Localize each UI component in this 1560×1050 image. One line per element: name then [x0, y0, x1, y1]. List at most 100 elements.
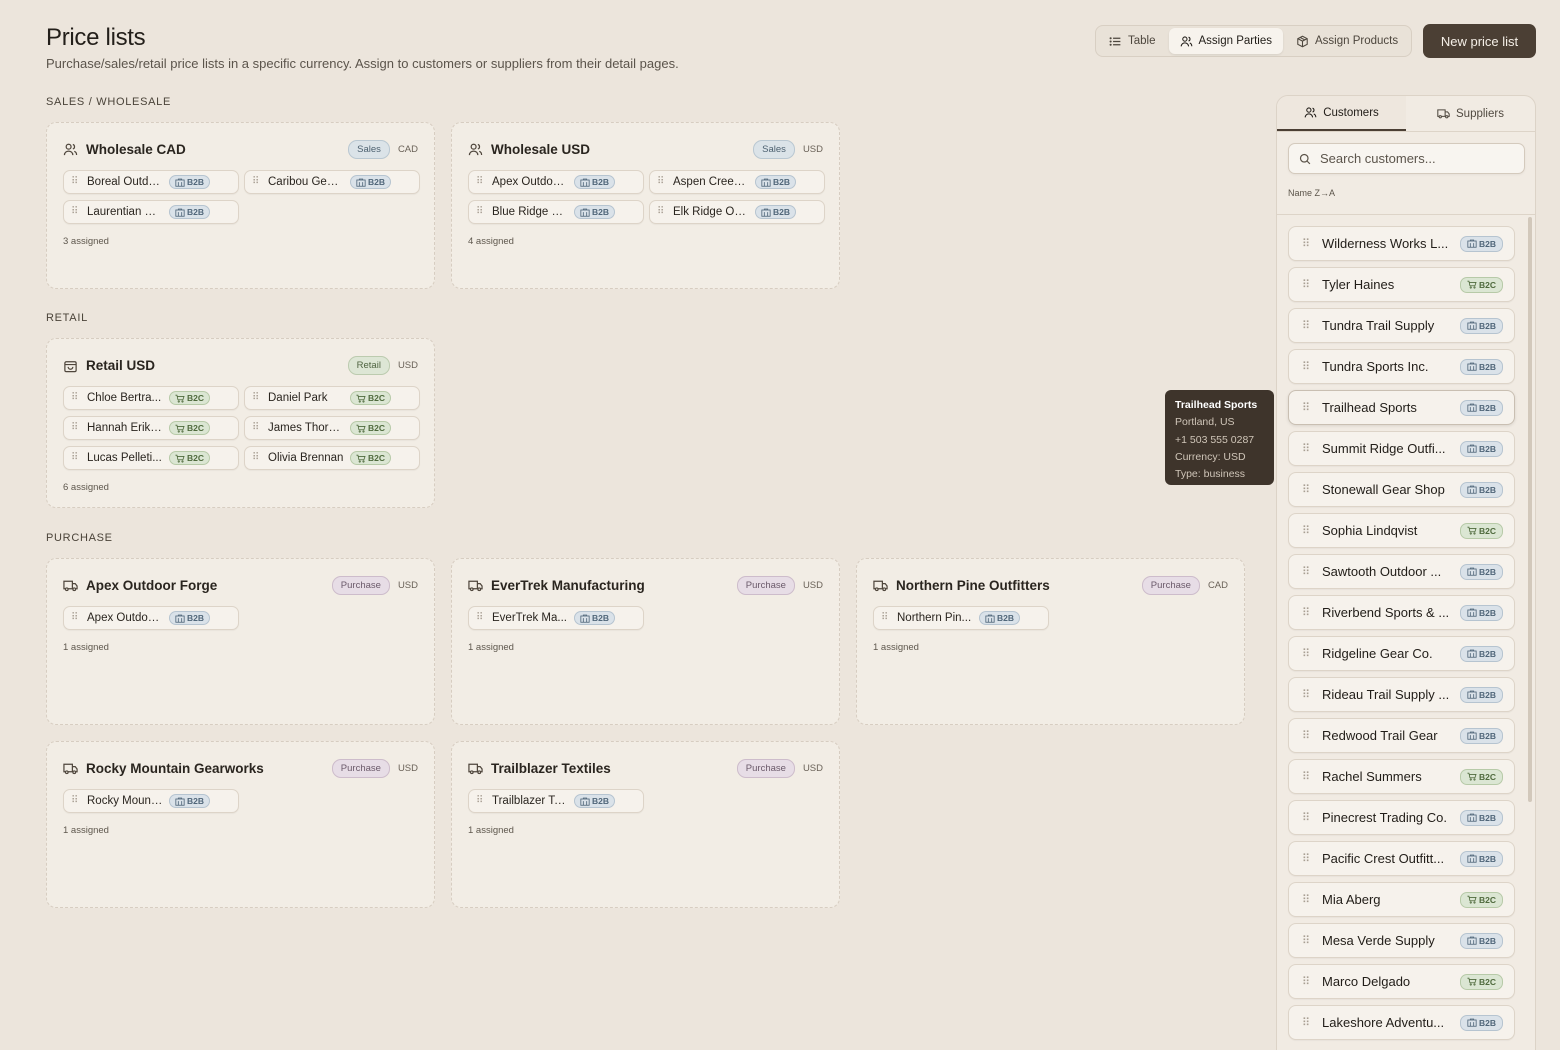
party-chip[interactable]: ⠿ Apex Outdoo... B2B — [468, 170, 644, 194]
customer-list-item[interactable]: ⠿ Marco Delgado B2C — [1288, 964, 1515, 999]
sort-toggle[interactable]: Name Z→A — [1288, 188, 1335, 198]
customer-list-item[interactable]: ⠿ Ridgeline Gear Co. B2B — [1288, 636, 1515, 671]
party-type-label: B2B — [1478, 648, 1496, 659]
party-chip[interactable]: ⠿ Caribou Gear... B2B — [244, 170, 420, 194]
customer-list-item[interactable]: ⠿ Riverbend Sports & ... B2B — [1288, 595, 1515, 630]
panel-divider — [1277, 214, 1535, 215]
drag-handle-icon[interactable]: ⠿ — [1302, 811, 1311, 824]
drag-handle-icon[interactable]: ⠿ — [1302, 1016, 1311, 1029]
drag-handle-icon[interactable]: ⠿ — [71, 613, 79, 623]
drag-handle-icon[interactable]: ⠿ — [1302, 893, 1311, 906]
drag-handle-icon[interactable]: ⠿ — [1302, 688, 1311, 701]
party-type-tag: B2B — [1459, 481, 1503, 498]
drag-handle-icon[interactable]: ⠿ — [1302, 852, 1311, 865]
drag-handle-icon[interactable]: ⠿ — [1302, 606, 1311, 619]
customer-list-item[interactable]: ⠿ Stonewall Gear Shop B2B — [1288, 472, 1515, 507]
party-chip[interactable]: ⠿ Blue Ridge M... B2B — [468, 200, 644, 224]
party-chip[interactable]: ⠿ Northern Pin... B2B — [873, 606, 1049, 630]
drag-handle-icon[interactable]: ⠿ — [1302, 237, 1311, 250]
drag-handle-icon[interactable]: ⠿ — [1302, 442, 1311, 455]
assigned-parties: ⠿ Chloe Bertra... B2C ⠿ Daniel Park B2C ⠿ Hanna… — [63, 386, 420, 470]
tab-suppliers[interactable]: Suppliers — [1406, 96, 1535, 131]
drag-handle-icon[interactable]: ⠿ — [476, 177, 484, 187]
price-list-card[interactable]: Northern Pine Outfitters Purchase CAD ⠿ Nort… — [856, 558, 1245, 725]
party-chip[interactable]: ⠿ Daniel Park B2C — [244, 386, 420, 410]
customer-list-item[interactable]: ⠿ Lakeshore Adventu... B2B — [1288, 1005, 1515, 1040]
customer-list-item[interactable]: ⠿ Redwood Trail Gear B2B — [1288, 718, 1515, 753]
party-type-label: B2C — [1478, 771, 1496, 782]
drag-handle-icon[interactable]: ⠿ — [252, 423, 260, 433]
drag-handle-icon[interactable]: ⠿ — [657, 177, 665, 187]
party-type-label: B2B — [1478, 853, 1496, 864]
drag-handle-icon[interactable]: ⠿ — [252, 393, 260, 403]
price-list-card[interactable]: Apex Outdoor Forge Purchase USD ⠿ Apex Outdo… — [46, 558, 435, 725]
drag-handle-icon[interactable]: ⠿ — [71, 796, 79, 806]
drag-handle-icon[interactable]: ⠿ — [1302, 647, 1311, 660]
drag-handle-icon[interactable]: ⠿ — [1302, 360, 1311, 373]
customer-list-item[interactable]: ⠿ Sawtooth Outdoor ... B2B — [1288, 554, 1515, 589]
party-chip[interactable]: ⠿ Chloe Bertra... B2C — [63, 386, 239, 410]
drag-handle-icon[interactable]: ⠿ — [476, 613, 484, 623]
drag-handle-icon[interactable]: ⠿ — [1302, 319, 1311, 332]
party-chip[interactable]: ⠿ Apex Outdoo... B2B — [63, 606, 239, 630]
drag-handle-icon[interactable]: ⠿ — [1302, 278, 1311, 291]
drag-handle-icon[interactable]: ⠿ — [1302, 770, 1311, 783]
tab-assign-products[interactable]: Assign Products — [1285, 28, 1409, 54]
customer-list-item[interactable]: ⠿ Pacific Crest Outfitt... B2B — [1288, 841, 1515, 876]
customer-list-item[interactable]: ⠿ Sophia Lindqvist B2C — [1288, 513, 1515, 548]
tab-table[interactable]: Table — [1098, 28, 1167, 54]
drag-handle-icon[interactable]: ⠿ — [476, 207, 484, 217]
drag-handle-icon[interactable]: ⠿ — [657, 207, 665, 217]
drag-handle-icon[interactable]: ⠿ — [252, 177, 260, 187]
new-price-list-button[interactable]: New price list — [1423, 24, 1536, 58]
drag-handle-icon[interactable]: ⠿ — [71, 423, 79, 433]
drag-handle-icon[interactable]: ⠿ — [1302, 729, 1311, 742]
party-name: Elk Ridge Ou... — [673, 206, 749, 218]
drag-handle-icon[interactable]: ⠿ — [881, 613, 889, 623]
search-input[interactable] — [1320, 151, 1520, 166]
customer-list-item[interactable]: ⠿ Trailhead Sports B2B — [1288, 390, 1515, 425]
customer-list-item[interactable]: ⠿ Pinecrest Trading Co. B2B — [1288, 800, 1515, 835]
drag-handle-icon[interactable]: ⠿ — [1302, 934, 1311, 947]
price-list-card[interactable]: EverTrek Manufacturing Purchase USD ⠿ EverTr… — [451, 558, 840, 725]
price-list-card[interactable]: Trailblazer Textiles Purchase USD ⠿ Trailbla… — [451, 741, 840, 908]
customer-list-item[interactable]: ⠿ Mia Aberg B2C — [1288, 882, 1515, 917]
drag-handle-icon[interactable]: ⠿ — [1302, 565, 1311, 578]
party-chip[interactable]: ⠿ James Thorn... B2C — [244, 416, 420, 440]
drag-handle-icon[interactable]: ⠿ — [476, 796, 484, 806]
drag-handle-icon[interactable]: ⠿ — [1302, 483, 1311, 496]
drag-handle-icon[interactable]: ⠿ — [71, 207, 79, 217]
customer-list-item[interactable]: ⠿ Wilderness Works L... B2B — [1288, 226, 1515, 261]
drag-handle-icon[interactable]: ⠿ — [71, 453, 79, 463]
customer-list-item[interactable]: ⠿ Summit Ridge Outfi... B2B — [1288, 431, 1515, 466]
drag-handle-icon[interactable]: ⠿ — [1302, 524, 1311, 537]
party-chip[interactable]: ⠿ Laurentian O... B2B — [63, 200, 239, 224]
drag-handle-icon[interactable]: ⠿ — [1302, 975, 1311, 988]
price-list-card[interactable]: Rocky Mountain Gearworks Purchase USD ⠿ Rock… — [46, 741, 435, 908]
drag-handle-icon[interactable]: ⠿ — [71, 393, 79, 403]
party-chip[interactable]: ⠿ EverTrek Ma... B2B — [468, 606, 644, 630]
customer-list-item[interactable]: ⠿ Mesa Verde Supply B2B — [1288, 923, 1515, 958]
price-list-card[interactable]: Wholesale USD Sales USD ⠿ Apex Outdoo... B2B ⠿… — [451, 122, 840, 289]
party-chip[interactable]: ⠿ Aspen Creek ... B2B — [649, 170, 825, 194]
customer-list-item[interactable]: ⠿ Tundra Trail Supply B2B — [1288, 308, 1515, 343]
party-chip[interactable]: ⠿ Hannah Eriks... B2C — [63, 416, 239, 440]
customer-list-item[interactable]: ⠿ Tundra Sports Inc. B2B — [1288, 349, 1515, 384]
party-chip[interactable]: ⠿ Trailblazer Te... B2B — [468, 789, 644, 813]
party-chip[interactable]: ⠿ Boreal Outdo... B2B — [63, 170, 239, 194]
price-list-card[interactable]: Wholesale CAD Sales CAD ⠿ Boreal Outdo... B2B… — [46, 122, 435, 289]
drag-handle-icon[interactable]: ⠿ — [1302, 401, 1311, 414]
drag-handle-icon[interactable]: ⠿ — [252, 453, 260, 463]
customer-list-item[interactable]: ⠿ Tyler Haines B2C — [1288, 267, 1515, 302]
party-chip[interactable]: ⠿ Lucas Pelleti... B2C — [63, 446, 239, 470]
price-list-card[interactable]: Retail USD Retail USD ⠿ Chloe Bertra... B2C ⠿ D… — [46, 338, 435, 508]
list-scrollbar[interactable] — [1528, 217, 1532, 802]
party-chip[interactable]: ⠿ Rocky Mount... B2B — [63, 789, 239, 813]
drag-handle-icon[interactable]: ⠿ — [71, 177, 79, 187]
customer-list-item[interactable]: ⠿ Rideau Trail Supply ... B2B — [1288, 677, 1515, 712]
party-chip[interactable]: ⠿ Olivia Brennan B2C — [244, 446, 420, 470]
customer-list-item[interactable]: ⠿ Rachel Summers B2C — [1288, 759, 1515, 794]
tab-assign-parties[interactable]: Assign Parties — [1168, 28, 1284, 54]
tab-customers[interactable]: Customers — [1277, 96, 1406, 131]
party-chip[interactable]: ⠿ Elk Ridge Ou... B2B — [649, 200, 825, 224]
